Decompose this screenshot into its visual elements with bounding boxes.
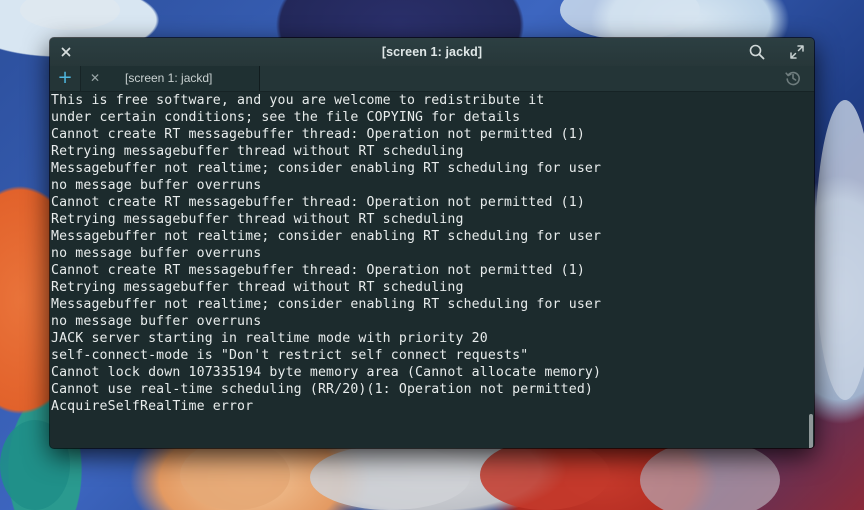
tab-label: [screen 1: jackd] xyxy=(125,71,213,85)
terminal-line: Cannot create RT messagebuffer thread: O… xyxy=(51,127,585,142)
terminal-line: Messagebuffer not realtime; consider ena… xyxy=(51,229,602,244)
window-title: [screen 1: jackd] xyxy=(381,45,483,59)
terminal-line: Retrying messagebuffer thread without RT… xyxy=(51,212,464,227)
plus-icon[interactable]: + xyxy=(56,69,74,87)
terminal-line: Cannot create RT messagebuffer thread: O… xyxy=(51,263,585,278)
terminal-line: This is free software, and you are welco… xyxy=(51,93,545,108)
terminal-line: self-connect-mode is "Don't restrict sel… xyxy=(51,348,529,363)
search-icon[interactable] xyxy=(748,43,766,61)
terminal-line: Cannot lock down 107335194 byte memory a… xyxy=(51,365,602,380)
terminal-line: Cannot use real-time scheduling (RR/20)(… xyxy=(51,382,593,397)
terminal-window: [screen 1: jackd] + ✕ [screen 1: jackd] xyxy=(50,38,814,448)
terminal-line: no message buffer overruns xyxy=(51,314,262,329)
terminal-line: Cannot create RT messagebuffer thread: O… xyxy=(51,195,585,210)
terminal-line: Retrying messagebuffer thread without RT… xyxy=(51,280,464,295)
terminal-line: no message buffer overruns xyxy=(51,246,262,261)
terminal-line: Messagebuffer not realtime; consider ena… xyxy=(51,297,602,312)
tab-screen-jackd[interactable]: ✕ [screen 1: jackd] xyxy=(81,66,260,91)
maximize-icon[interactable] xyxy=(788,43,806,61)
tab-bar: + ✕ [screen 1: jackd] xyxy=(50,66,814,92)
terminal-line: Retrying messagebuffer thread without RT… xyxy=(51,144,464,159)
history-icon[interactable] xyxy=(784,69,802,87)
terminal-output[interactable]: This is free software, and you are welco… xyxy=(50,92,814,448)
terminal-lines: This is free software, and you are welco… xyxy=(51,92,601,415)
terminal-line: under certain conditions; see the file C… xyxy=(51,110,521,125)
close-icon[interactable]: ✕ xyxy=(86,69,104,87)
close-icon[interactable] xyxy=(58,44,74,60)
terminal-line: JACK server starting in realtime mode wi… xyxy=(51,331,488,346)
scrollbar[interactable] xyxy=(809,414,813,448)
titlebar[interactable]: [screen 1: jackd] xyxy=(50,38,814,66)
terminal-line: no message buffer overruns xyxy=(51,178,262,193)
terminal-line: AcquireSelfRealTime error xyxy=(51,399,254,414)
terminal-line: Messagebuffer not realtime; consider ena… xyxy=(51,161,602,176)
